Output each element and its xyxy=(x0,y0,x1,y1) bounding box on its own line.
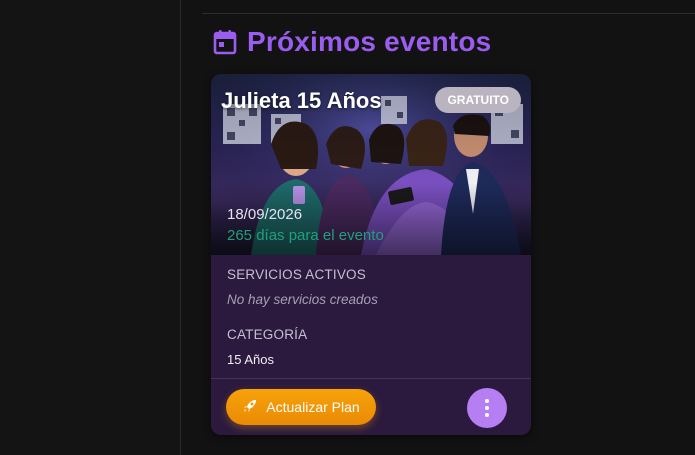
event-countdown: 265 días para el evento xyxy=(227,227,384,244)
category-value: 15 Años xyxy=(227,352,274,367)
event-card[interactable]: Julieta 15 Años GRATUITO 18/09/2026 265 … xyxy=(211,74,531,435)
upgrade-plan-label: Actualizar Plan xyxy=(266,399,360,415)
section-header: Próximos eventos xyxy=(213,26,491,58)
services-label: SERVICIOS ACTIVOS xyxy=(227,267,366,282)
more-options-button[interactable] xyxy=(467,388,507,428)
section-title: Próximos eventos xyxy=(247,26,492,57)
rocket-icon xyxy=(242,398,258,417)
plan-badge: GRATUITO xyxy=(435,87,521,113)
services-value: No hay servicios creados xyxy=(227,292,378,307)
event-info: SERVICIOS ACTIVOS No hay servicios cread… xyxy=(211,255,531,367)
left-panel xyxy=(0,0,181,455)
more-vertical-icon xyxy=(485,399,489,417)
category-label: CATEGORÍA xyxy=(227,327,308,342)
event-hero-image: Julieta 15 Años GRATUITO 18/09/2026 265 … xyxy=(211,74,531,255)
event-title: Julieta 15 Años xyxy=(221,88,382,113)
top-divider xyxy=(202,13,695,14)
upgrade-plan-button[interactable]: Actualizar Plan xyxy=(226,389,376,425)
calendar-icon xyxy=(213,29,237,55)
card-divider xyxy=(211,378,531,379)
event-date: 18/09/2026 xyxy=(227,206,303,223)
